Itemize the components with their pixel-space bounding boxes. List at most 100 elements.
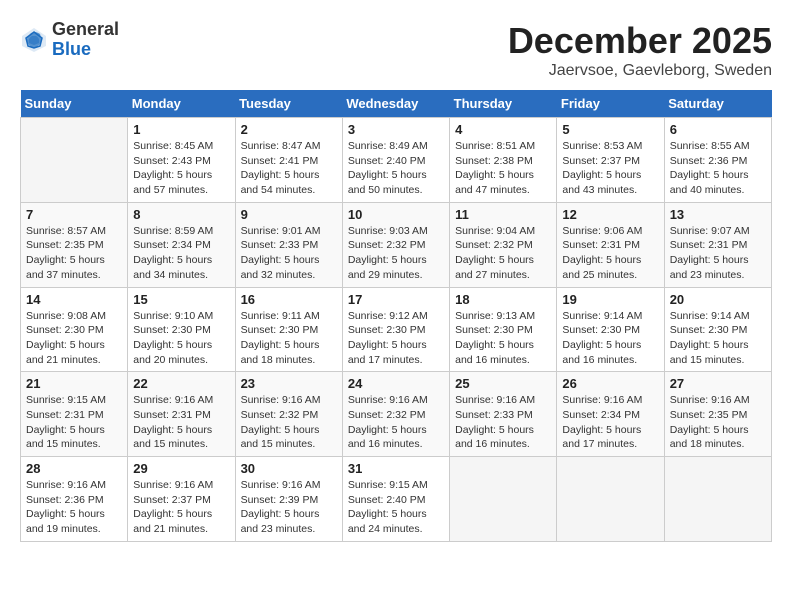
day-info: Sunrise: 8:49 AM Sunset: 2:40 PM Dayligh… — [348, 139, 444, 198]
calendar-day-cell: 16 Sunrise: 9:11 AM Sunset: 2:30 PM Dayli… — [235, 287, 342, 372]
month-title: December 2025 — [508, 20, 772, 62]
calendar-day-cell: 25Sunrise: 9:16 AM Sunset: 2:33 PM Dayli… — [450, 372, 557, 457]
day-number: 5 — [562, 122, 658, 137]
day-info: Sunrise: 9:16 AM Sunset: 2:33 PM Dayligh… — [455, 393, 551, 452]
day-of-week-header: Tuesday — [235, 90, 342, 118]
day-number: 16 — [241, 292, 337, 307]
day-number: 6 — [670, 122, 766, 137]
calendar-day-cell: 27Sunrise: 9:16 AM Sunset: 2:35 PM Dayli… — [664, 372, 771, 457]
logo-general: General — [52, 19, 119, 39]
calendar-week-row: 1 Sunrise: 8:45 AM Sunset: 2:43 PM Daylig… — [21, 118, 772, 203]
calendar-day-cell: 10Sunrise: 9:03 AM Sunset: 2:32 PM Dayli… — [342, 202, 449, 287]
calendar-day-cell: 9 Sunrise: 9:01 AM Sunset: 2:33 PM Daylig… — [235, 202, 342, 287]
calendar-day-cell: 21 Sunrise: 9:15 AM Sunset: 2:31 PM Dayli… — [21, 372, 128, 457]
day-number: 2 — [241, 122, 337, 137]
calendar-day-cell: 30Sunrise: 9:16 AM Sunset: 2:39 PM Dayli… — [235, 457, 342, 542]
day-info: Sunrise: 9:13 AM Sunset: 2:30 PM Dayligh… — [455, 309, 551, 368]
page-header: General Blue December 2025 Jaervsoe, Gae… — [20, 20, 772, 80]
day-number: 17 — [348, 292, 444, 307]
day-of-week-header: Wednesday — [342, 90, 449, 118]
day-info: Sunrise: 9:16 AM Sunset: 2:32 PM Dayligh… — [348, 393, 444, 452]
calendar-day-cell: 13 Sunrise: 9:07 AM Sunset: 2:31 PM Dayli… — [664, 202, 771, 287]
day-number: 29 — [133, 461, 229, 476]
calendar-day-cell: 22Sunrise: 9:16 AM Sunset: 2:31 PM Dayli… — [128, 372, 235, 457]
day-number: 30 — [241, 461, 337, 476]
calendar-day-cell: 20Sunrise: 9:14 AM Sunset: 2:30 PM Dayli… — [664, 287, 771, 372]
calendar-day-cell: 28 Sunrise: 9:16 AM Sunset: 2:36 PM Dayli… — [21, 457, 128, 542]
day-info: Sunrise: 8:47 AM Sunset: 2:41 PM Dayligh… — [241, 139, 337, 198]
title-section: December 2025 Jaervsoe, Gaevleborg, Swed… — [508, 20, 772, 80]
calendar-day-cell: 5 Sunrise: 8:53 AM Sunset: 2:37 PM Daylig… — [557, 118, 664, 203]
day-info: Sunrise: 8:57 AM Sunset: 2:35 PM Dayligh… — [26, 224, 122, 283]
day-info: Sunrise: 9:07 AM Sunset: 2:31 PM Dayligh… — [670, 224, 766, 283]
day-info: Sunrise: 9:15 AM Sunset: 2:40 PM Dayligh… — [348, 478, 444, 537]
calendar-week-row: 28 Sunrise: 9:16 AM Sunset: 2:36 PM Dayli… — [21, 457, 772, 542]
day-of-week-header: Thursday — [450, 90, 557, 118]
day-info: Sunrise: 9:11 AM Sunset: 2:30 PM Dayligh… — [241, 309, 337, 368]
day-of-week-header: Monday — [128, 90, 235, 118]
day-info: Sunrise: 9:16 AM Sunset: 2:36 PM Dayligh… — [26, 478, 122, 537]
day-info: Sunrise: 9:16 AM Sunset: 2:34 PM Dayligh… — [562, 393, 658, 452]
day-number: 4 — [455, 122, 551, 137]
day-info: Sunrise: 9:01 AM Sunset: 2:33 PM Dayligh… — [241, 224, 337, 283]
day-info: Sunrise: 9:08 AM Sunset: 2:30 PM Dayligh… — [26, 309, 122, 368]
day-info: Sunrise: 9:03 AM Sunset: 2:32 PM Dayligh… — [348, 224, 444, 283]
logo-icon — [20, 26, 48, 54]
logo: General Blue — [20, 20, 119, 60]
logo-text: General Blue — [52, 20, 119, 60]
day-info: Sunrise: 9:10 AM Sunset: 2:30 PM Dayligh… — [133, 309, 229, 368]
day-number: 28 — [26, 461, 122, 476]
day-number: 9 — [241, 207, 337, 222]
calendar-day-cell — [664, 457, 771, 542]
day-number: 27 — [670, 376, 766, 391]
day-number: 7 — [26, 207, 122, 222]
day-number: 14 — [26, 292, 122, 307]
calendar-day-cell: 12Sunrise: 9:06 AM Sunset: 2:31 PM Dayli… — [557, 202, 664, 287]
day-info: Sunrise: 9:06 AM Sunset: 2:31 PM Dayligh… — [562, 224, 658, 283]
day-number: 3 — [348, 122, 444, 137]
calendar-day-cell: 15 Sunrise: 9:10 AM Sunset: 2:30 PM Dayli… — [128, 287, 235, 372]
calendar-day-cell: 18 Sunrise: 9:13 AM Sunset: 2:30 PM Dayli… — [450, 287, 557, 372]
day-info: Sunrise: 9:16 AM Sunset: 2:32 PM Dayligh… — [241, 393, 337, 452]
day-number: 24 — [348, 376, 444, 391]
calendar-day-cell: 8Sunrise: 8:59 AM Sunset: 2:34 PM Daylig… — [128, 202, 235, 287]
calendar-day-cell: 14 Sunrise: 9:08 AM Sunset: 2:30 PM Dayli… — [21, 287, 128, 372]
day-info: Sunrise: 8:53 AM Sunset: 2:37 PM Dayligh… — [562, 139, 658, 198]
calendar-day-cell: 4 Sunrise: 8:51 AM Sunset: 2:38 PM Daylig… — [450, 118, 557, 203]
day-number: 31 — [348, 461, 444, 476]
calendar-table: SundayMondayTuesdayWednesdayThursdayFrid… — [20, 90, 772, 542]
day-info: Sunrise: 8:45 AM Sunset: 2:43 PM Dayligh… — [133, 139, 229, 198]
day-info: Sunrise: 8:51 AM Sunset: 2:38 PM Dayligh… — [455, 139, 551, 198]
calendar-day-cell: 2 Sunrise: 8:47 AM Sunset: 2:41 PM Daylig… — [235, 118, 342, 203]
day-info: Sunrise: 8:55 AM Sunset: 2:36 PM Dayligh… — [670, 139, 766, 198]
calendar-day-cell: 29 Sunrise: 9:16 AM Sunset: 2:37 PM Dayli… — [128, 457, 235, 542]
calendar-day-cell: 26 Sunrise: 9:16 AM Sunset: 2:34 PM Dayli… — [557, 372, 664, 457]
calendar-day-cell — [450, 457, 557, 542]
logo-blue: Blue — [52, 39, 91, 59]
day-number: 8 — [133, 207, 229, 222]
day-of-week-header: Sunday — [21, 90, 128, 118]
day-info: Sunrise: 9:12 AM Sunset: 2:30 PM Dayligh… — [348, 309, 444, 368]
day-number: 21 — [26, 376, 122, 391]
day-info: Sunrise: 9:16 AM Sunset: 2:37 PM Dayligh… — [133, 478, 229, 537]
calendar-day-cell: 17 Sunrise: 9:12 AM Sunset: 2:30 PM Dayli… — [342, 287, 449, 372]
day-number: 18 — [455, 292, 551, 307]
day-number: 13 — [670, 207, 766, 222]
day-info: Sunrise: 9:16 AM Sunset: 2:31 PM Dayligh… — [133, 393, 229, 452]
day-number: 26 — [562, 376, 658, 391]
calendar-day-cell: 6 Sunrise: 8:55 AM Sunset: 2:36 PM Daylig… — [664, 118, 771, 203]
calendar-day-cell: 3 Sunrise: 8:49 AM Sunset: 2:40 PM Daylig… — [342, 118, 449, 203]
day-of-week-header: Saturday — [664, 90, 771, 118]
day-of-week-header: Friday — [557, 90, 664, 118]
calendar-week-row: 7 Sunrise: 8:57 AM Sunset: 2:35 PM Daylig… — [21, 202, 772, 287]
calendar-day-cell: 23Sunrise: 9:16 AM Sunset: 2:32 PM Dayli… — [235, 372, 342, 457]
day-number: 1 — [133, 122, 229, 137]
calendar-day-cell: 31 Sunrise: 9:15 AM Sunset: 2:40 PM Dayli… — [342, 457, 449, 542]
day-info: Sunrise: 9:14 AM Sunset: 2:30 PM Dayligh… — [670, 309, 766, 368]
day-info: Sunrise: 9:15 AM Sunset: 2:31 PM Dayligh… — [26, 393, 122, 452]
calendar-day-cell: 24 Sunrise: 9:16 AM Sunset: 2:32 PM Dayli… — [342, 372, 449, 457]
day-number: 15 — [133, 292, 229, 307]
calendar-week-row: 14 Sunrise: 9:08 AM Sunset: 2:30 PM Dayli… — [21, 287, 772, 372]
location: Jaervsoe, Gaevleborg, Sweden — [508, 62, 772, 80]
calendar-day-cell — [557, 457, 664, 542]
